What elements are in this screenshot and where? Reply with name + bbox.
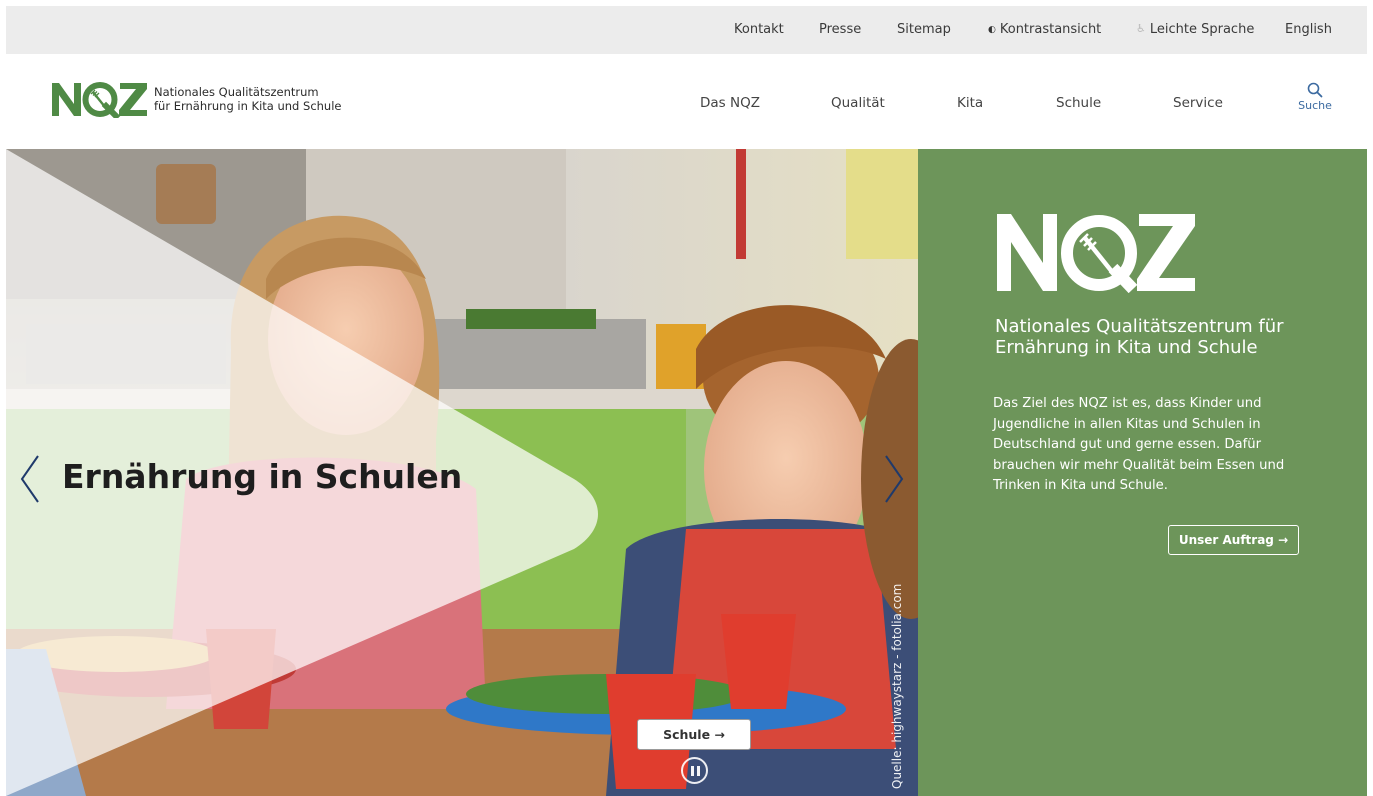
search-button[interactable]: Suche (1295, 82, 1335, 112)
panel-description: Das Ziel des NQZ ist es, dass Kinder und… (993, 396, 1285, 493)
util-link-presse[interactable]: Presse (819, 22, 861, 37)
pause-icon-bar (697, 766, 700, 776)
util-link-leichte-sprache-label: Leichte Sprache (1149, 22, 1255, 37)
pause-icon (691, 766, 694, 776)
intro-panel: Nationales Qualitätszentrum für Ernährun… (918, 149, 1367, 796)
slide-cta-button[interactable]: Schule → (637, 719, 751, 750)
nqz-logo-white (997, 214, 1195, 293)
chevron-left-icon[interactable] (18, 454, 42, 504)
chevron-right-icon[interactable] (882, 454, 906, 504)
contrast-icon: ◐ (988, 25, 996, 35)
utility-bar: Kontakt Presse Sitemap ◐ Kontrastansicht … (6, 6, 1367, 54)
hero-title: Ernährung in Schulen (62, 457, 463, 496)
image-credit: Quelle: highwaystarz - fotolia.com (890, 583, 904, 789)
logo-text: Nationales Qualitätszentrum für Ernährun… (154, 85, 342, 113)
logo-line-1: Nationales Qualitätszentrum (154, 85, 319, 99)
util-link-kontrast[interactable]: ◐ Kontrastansicht (988, 22, 1101, 37)
util-link-sitemap[interactable]: Sitemap (897, 22, 951, 37)
unser-auftrag-button[interactable]: Unser Auftrag → (1168, 525, 1299, 555)
nav-item-das-nqz[interactable]: Das NQZ (700, 95, 760, 111)
nav-item-service[interactable]: Service (1173, 95, 1223, 111)
nav-item-qualitaet[interactable]: Qualität (831, 95, 885, 111)
util-link-kontrast-label: Kontrastansicht (999, 22, 1102, 37)
nav-item-kita[interactable]: Kita (957, 95, 983, 111)
hero-slider: Ernährung in Schulen Schule → Quelle: hi… (6, 149, 918, 796)
util-link-leichte-sprache[interactable]: ♿ Leichte Sprache (1136, 22, 1254, 37)
accessibility-icon: ♿ (1136, 22, 1146, 35)
main-header: Nationales Qualitätszentrum für Ernährun… (6, 54, 1367, 149)
site-logo[interactable]: Nationales Qualitätszentrum für Ernährun… (50, 80, 342, 118)
pause-button[interactable] (681, 757, 708, 784)
search-icon (1307, 82, 1323, 98)
util-link-kontakt[interactable]: Kontakt (734, 22, 784, 37)
util-link-english[interactable]: English (1285, 22, 1332, 37)
nav-item-schule[interactable]: Schule (1056, 95, 1101, 111)
logo-line-2: für Ernährung in Kita und Schule (154, 99, 342, 113)
search-label: Suche (1298, 99, 1332, 112)
panel-title: Nationales Qualitätszentrum für Ernährun… (995, 316, 1284, 358)
nqz-logo-mark (52, 82, 147, 118)
